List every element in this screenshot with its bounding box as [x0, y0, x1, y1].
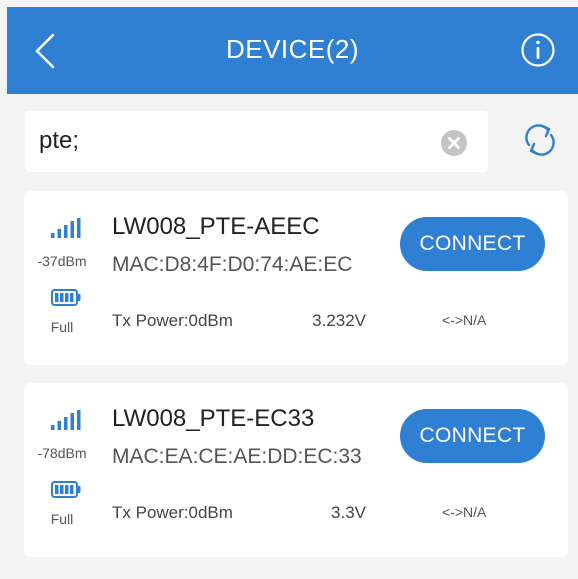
- device-name: LW008_PTE-EC33: [112, 405, 315, 432]
- connect-button[interactable]: CONNECT: [400, 217, 545, 271]
- voltage: 3.3V: [331, 503, 366, 522]
- battery-label: Full: [50, 511, 74, 527]
- connection-status: <->N/A: [442, 312, 487, 328]
- tx-power: Tx Power:0dBm: [112, 311, 233, 330]
- device-card[interactable]: -37dBm Full LW008_PTE-AEEC MAC:D8:4F:D0:…: [24, 191, 568, 365]
- info-icon[interactable]: [520, 32, 556, 68]
- rssi-value: -37dBm: [37, 253, 87, 269]
- page-title: DEVICE(2): [225, 34, 360, 64]
- rssi-value: -78dBm: [37, 445, 87, 461]
- clear-search-icon[interactable]: [441, 130, 467, 156]
- battery-icon: [51, 289, 81, 306]
- connect-button[interactable]: CONNECT: [400, 409, 545, 463]
- signal-strength-icon: [51, 218, 81, 238]
- refresh-icon[interactable]: [521, 121, 559, 159]
- top-bar: DEVICE(2): [7, 7, 578, 94]
- signal-strength-icon: [51, 410, 81, 430]
- device-card[interactable]: -78dBm Full LW008_PTE-EC33 MAC:EA:CE:AE:…: [24, 383, 568, 557]
- mac-address: MAC:D8:4F:D0:74:AE:EC: [112, 253, 353, 276]
- connection-status: <->N/A: [442, 504, 487, 520]
- voltage: 3.232V: [312, 311, 366, 330]
- battery-label: Full: [50, 319, 74, 335]
- tx-power: Tx Power:0dBm: [112, 503, 233, 522]
- mac-address: MAC:EA:CE:AE:DD:EC:33: [112, 445, 362, 468]
- device-name: LW008_PTE-AEEC: [112, 213, 320, 240]
- search-box: [25, 111, 488, 172]
- search-input[interactable]: [39, 121, 429, 161]
- battery-icon: [51, 481, 81, 498]
